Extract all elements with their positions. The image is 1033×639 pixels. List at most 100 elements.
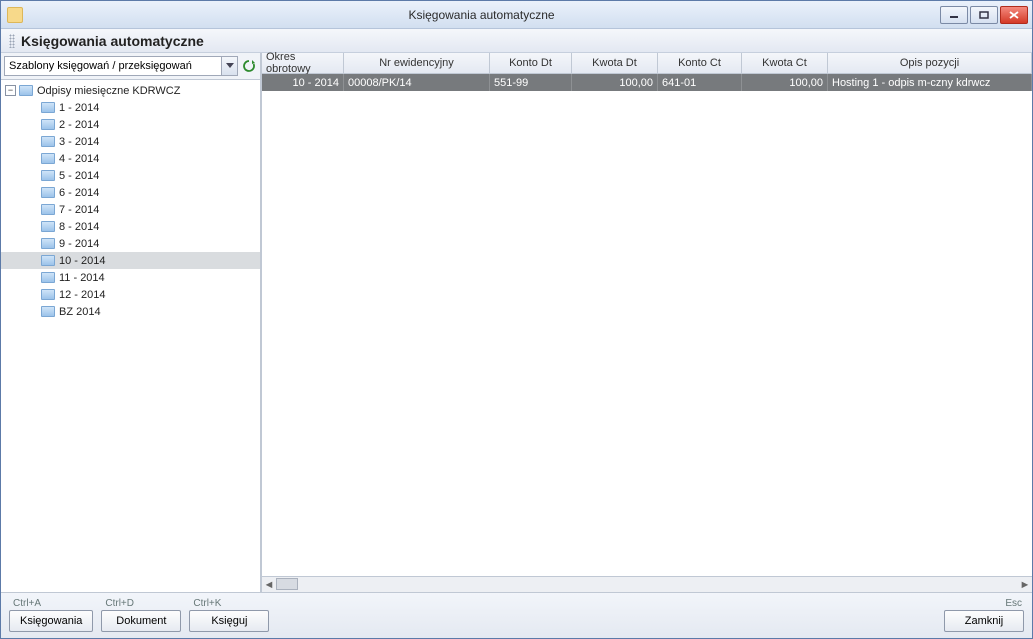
tree-item-label: 10 - 2014 xyxy=(59,255,105,267)
tree-item[interactable]: 1 - 2014 xyxy=(1,99,260,116)
tree-item[interactable]: 11 - 2014 xyxy=(1,269,260,286)
footer: Ctrl+A Księgowania Ctrl+D Dokument Ctrl+… xyxy=(1,592,1032,638)
cell-kwota-ct: 100,00 xyxy=(742,74,828,91)
folder-icon xyxy=(41,153,55,164)
window-controls xyxy=(940,6,1028,24)
shortcut-label: Ctrl+D xyxy=(101,598,134,609)
ksieguj-button[interactable]: Księguj xyxy=(189,610,269,632)
folder-icon xyxy=(41,102,55,113)
chevron-down-icon xyxy=(226,63,234,69)
postings-grid: Okres obrotowy Nr ewidencyjny Konto Dt K… xyxy=(261,53,1032,592)
folder-icon xyxy=(41,170,55,181)
tree-root-label: Odpisy miesięczne KDRWCZ xyxy=(37,85,180,97)
col-kwota-ct[interactable]: Kwota Ct xyxy=(742,53,828,73)
tree-item-label: 7 - 2014 xyxy=(59,204,99,216)
maximize-button[interactable] xyxy=(970,6,998,24)
tree-item-label: 3 - 2014 xyxy=(59,136,99,148)
grid-body[interactable]: 10 - 201400008/PK/14551-99100,00641-0110… xyxy=(262,74,1032,576)
grid-header: Okres obrotowy Nr ewidencyjny Konto Dt K… xyxy=(262,53,1032,74)
folder-icon xyxy=(41,289,55,300)
horizontal-scrollbar[interactable]: ◄ ► xyxy=(262,576,1032,592)
col-konto-dt[interactable]: Konto Dt xyxy=(490,53,572,73)
tree-item[interactable]: 12 - 2014 xyxy=(1,286,260,303)
tree-item-label: 2 - 2014 xyxy=(59,119,99,131)
titlebar[interactable]: Księgowania automatyczne xyxy=(1,1,1032,29)
tree-item[interactable]: 2 - 2014 xyxy=(1,116,260,133)
folder-icon xyxy=(41,306,55,317)
col-opis[interactable]: Opis pozycji xyxy=(828,53,1032,73)
tree-item[interactable]: 6 - 2014 xyxy=(1,184,260,201)
template-select[interactable] xyxy=(4,56,238,76)
col-konto-ct[interactable]: Konto Ct xyxy=(658,53,742,73)
minimize-icon xyxy=(949,11,959,19)
minimize-button[interactable] xyxy=(940,6,968,24)
tree-item-label: 8 - 2014 xyxy=(59,221,99,233)
cell-kwota-dt: 100,00 xyxy=(572,74,658,91)
tree-item[interactable]: 8 - 2014 xyxy=(1,218,260,235)
col-okres[interactable]: Okres obrotowy xyxy=(262,53,344,73)
folder-icon xyxy=(41,238,55,249)
footer-group-ksiegowania: Ctrl+A Księgowania xyxy=(9,598,93,632)
tree-item[interactable]: 10 - 2014 xyxy=(1,252,260,269)
ksiegowania-button[interactable]: Księgowania xyxy=(9,610,93,632)
tree-item-label: 9 - 2014 xyxy=(59,238,99,250)
refresh-icon xyxy=(242,59,256,73)
folder-icon xyxy=(41,204,55,215)
scroll-right-arrow-icon[interactable]: ► xyxy=(1018,578,1032,592)
cell-nr: 00008/PK/14 xyxy=(344,74,490,91)
refresh-button[interactable] xyxy=(241,58,257,74)
template-select-input[interactable] xyxy=(5,58,221,74)
maximize-icon xyxy=(979,11,989,19)
tree-item[interactable]: 9 - 2014 xyxy=(1,235,260,252)
folder-icon xyxy=(41,136,55,147)
tree-item-label: 11 - 2014 xyxy=(59,272,105,284)
tree-item[interactable]: BZ 2014 xyxy=(1,303,260,320)
zamknij-button[interactable]: Zamknij xyxy=(944,610,1024,632)
close-button[interactable] xyxy=(1000,6,1028,24)
footer-group-ksieguj: Ctrl+K Księguj xyxy=(189,598,269,632)
footer-group-zamknij: Esc Zamknij xyxy=(944,598,1024,632)
tree-item-label: BZ 2014 xyxy=(59,306,101,318)
cell-konto-dt: 551-99 xyxy=(490,74,572,91)
tree-item[interactable]: 3 - 2014 xyxy=(1,133,260,150)
tree-item-label: 4 - 2014 xyxy=(59,153,99,165)
periods-tree[interactable]: − Odpisy miesięczne KDRWCZ 1 - 2014 2 - 2… xyxy=(1,80,260,592)
tree-item-label: 6 - 2014 xyxy=(59,187,99,199)
table-row[interactable]: 10 - 201400008/PK/14551-99100,00641-0110… xyxy=(262,74,1032,91)
folder-icon xyxy=(41,255,55,266)
right-panel: Okres obrotowy Nr ewidencyjny Konto Dt K… xyxy=(261,53,1032,592)
col-nr[interactable]: Nr ewidencyjny xyxy=(344,53,490,73)
tree-collapse-icon[interactable]: − xyxy=(5,85,16,96)
tree-item-label: 5 - 2014 xyxy=(59,170,99,182)
folder-icon xyxy=(41,272,55,283)
left-panel: − Odpisy miesięczne KDRWCZ 1 - 2014 2 - 2… xyxy=(1,53,261,592)
shortcut-label: Ctrl+K xyxy=(189,598,221,609)
cell-opis: Hosting 1 - odpis m-czny kdrwcz xyxy=(828,74,1032,91)
cell-okres: 10 - 2014 xyxy=(262,74,344,91)
tree-item[interactable]: 7 - 2014 xyxy=(1,201,260,218)
tree-item-label: 1 - 2014 xyxy=(59,102,99,114)
tree-item[interactable]: 5 - 2014 xyxy=(1,167,260,184)
col-kwota-dt[interactable]: Kwota Dt xyxy=(572,53,658,73)
main-area: − Odpisy miesięczne KDRWCZ 1 - 2014 2 - 2… xyxy=(1,53,1032,592)
scroll-left-arrow-icon[interactable]: ◄ xyxy=(262,578,276,592)
dropdown-button[interactable] xyxy=(221,57,237,75)
tree-item[interactable]: 4 - 2014 xyxy=(1,150,260,167)
template-select-row xyxy=(1,53,260,80)
folder-icon xyxy=(41,187,55,198)
dokument-button[interactable]: Dokument xyxy=(101,610,181,632)
folder-icon xyxy=(41,221,55,232)
page-title: Księgowania automatyczne xyxy=(21,33,204,49)
folder-icon xyxy=(41,119,55,130)
tree-item-label: 12 - 2014 xyxy=(59,289,105,301)
scroll-thumb[interactable] xyxy=(276,578,298,590)
app-window: Księgowania automatyczne Księgowania aut… xyxy=(0,0,1033,639)
app-icon xyxy=(7,7,23,23)
tree-root[interactable]: − Odpisy miesięczne KDRWCZ xyxy=(1,82,260,99)
window-title: Księgowania automatyczne xyxy=(23,8,940,22)
folder-icon xyxy=(19,85,33,96)
header-strip: Księgowania automatyczne xyxy=(1,29,1032,53)
footer-group-dokument: Ctrl+D Dokument xyxy=(101,598,181,632)
close-icon xyxy=(1009,11,1019,19)
cell-konto-ct: 641-01 xyxy=(658,74,742,91)
